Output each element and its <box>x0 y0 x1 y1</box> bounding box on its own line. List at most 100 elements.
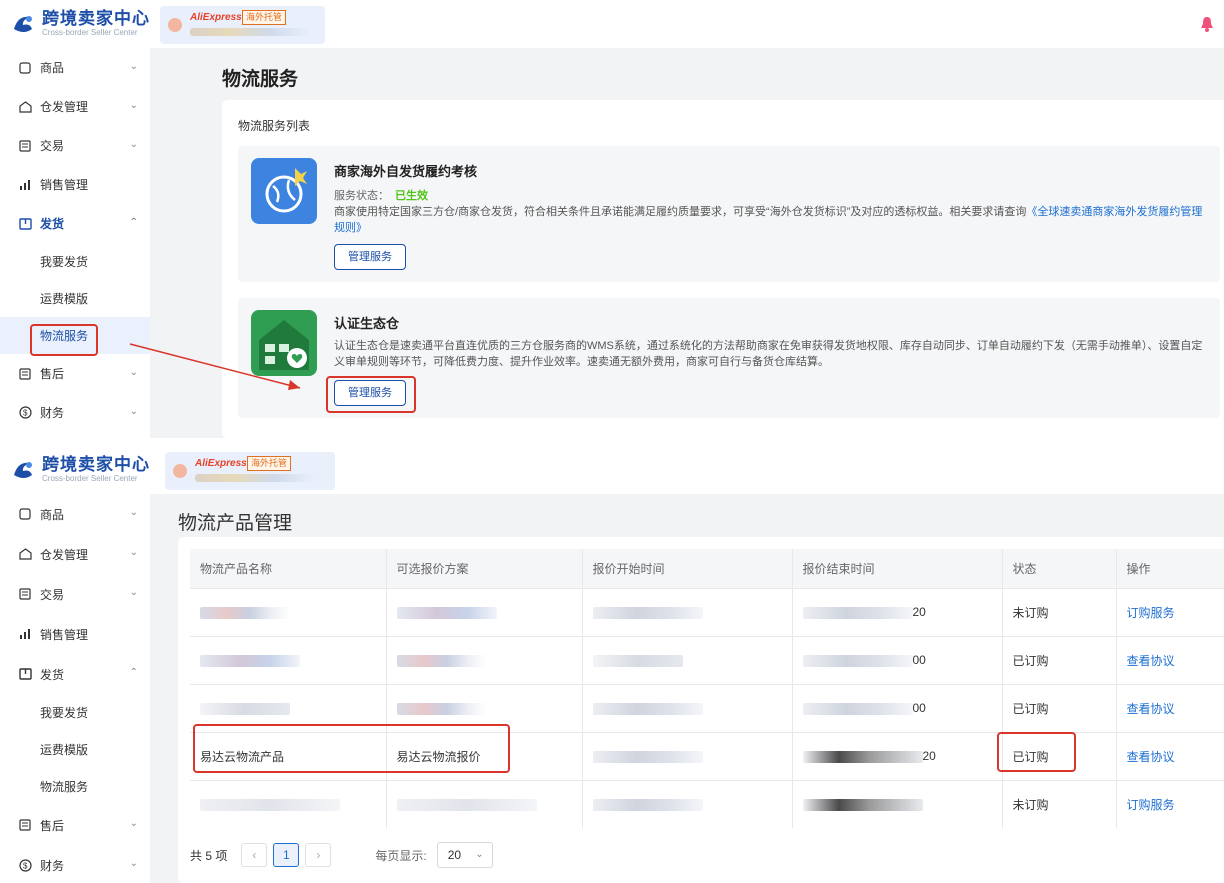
box-icon <box>18 61 32 75</box>
chevron-down-icon: ⌄ <box>129 61 138 72</box>
sidebar-item-trade[interactable]: 交易 ⌄ <box>0 126 150 165</box>
blurred-text <box>200 702 290 715</box>
notification-bell-icon[interactable] <box>1200 16 1214 32</box>
sidebar-item-shipping[interactable]: 发货 ⌃ <box>0 654 150 694</box>
table-row: 20 未订购 订购服务 <box>190 587 1224 636</box>
sidebar-item-label: 发货 <box>40 217 65 231</box>
blurred-text <box>592 654 683 667</box>
blurred-text <box>396 702 487 715</box>
sidebar-item-warehouse[interactable]: 仓发管理 ⌄ <box>0 534 150 574</box>
blurred-text <box>802 799 923 812</box>
view-agreement-link[interactable]: 查看协议 <box>1116 683 1224 732</box>
table-row: 未订购 订购服务 <box>190 779 1224 828</box>
sidebar-subitem-logistics-service[interactable]: 物流服务 <box>0 768 150 805</box>
chart-icon <box>18 178 32 192</box>
start-time-cell <box>582 635 793 684</box>
sidebar-item-aftersales[interactable]: 售后 ⌄ <box>0 805 150 845</box>
sidebar-item-label: 仓发管理 <box>40 547 89 562</box>
blurred-text <box>396 799 537 812</box>
per-page-select[interactable]: 20 ⌄ <box>436 842 493 868</box>
product-table-card: 物流产品名称 可选报价方案 报价开始时间 报价结束时间 状态 操作 20 未订购… <box>178 537 1224 883</box>
sidebar-subitem-ship[interactable]: 我要发货 <box>0 243 150 280</box>
view-agreement-link[interactable]: 查看协议 <box>1116 731 1224 780</box>
prev-page-button[interactable]: ‹ <box>241 843 268 867</box>
sidebar-item-finance[interactable]: $ 财务 ⌄ <box>0 845 150 883</box>
service-description: 商家使用特定国家三方仓/商家仓发货，符合相关条件且承诺能满足履约质量要求，可享受… <box>334 204 1204 236</box>
service-name: 商家海外自发货履约考核 <box>334 164 478 179</box>
sidebar-item-label: 销售管理 <box>40 627 89 642</box>
store-icon <box>168 18 182 32</box>
sidebar-item-sales[interactable]: 销售管理 <box>0 165 150 204</box>
product-name-cell <box>190 635 387 684</box>
sidebar-item-shipping[interactable]: 发货 ⌃ <box>0 204 150 243</box>
service-status: 服务状态： 已生效 <box>334 187 428 203</box>
sidebar-item-products[interactable]: 商品 ⌄ <box>0 48 150 87</box>
sidebar-item-finance[interactable]: $ 财务 ⌄ <box>0 393 150 432</box>
column-header: 操作 <box>1116 549 1224 588</box>
list-icon <box>18 818 32 832</box>
sidebar-subitem-freight-template[interactable]: 运费模版 <box>0 280 150 317</box>
sidebar-item-aftersales[interactable]: 售后 ⌄ <box>0 354 150 393</box>
app-logo[interactable]: 跨境卖家中心 Cross-border Seller Center <box>10 10 150 38</box>
blurred-text <box>592 750 703 763</box>
end-time-cell: 20 <box>792 731 1003 780</box>
start-time-cell <box>582 731 793 780</box>
screenshot-divider <box>0 438 1224 446</box>
sidebar-subitem-ship[interactable]: 我要发货 <box>0 694 150 731</box>
manage-service-button[interactable]: 管理服务 <box>334 244 406 270</box>
sidebar-item-trade[interactable]: 交易 ⌄ <box>0 574 150 614</box>
sidebar-subitem-freight-template[interactable]: 运费模版 <box>0 731 150 768</box>
next-page-button[interactable]: › <box>305 843 332 867</box>
description-text: 商家使用特定国家三方仓/商家仓发货，符合相关条件且承诺能满足履约质量要求，可享受… <box>334 206 1027 218</box>
sidebar-item-sales[interactable]: 销售管理 <box>0 614 150 654</box>
subscribe-service-link[interactable]: 订购服务 <box>1116 779 1224 828</box>
chevron-up-icon: ⌃ <box>129 667 138 678</box>
store-switcher[interactable]: AliExpress 海外托管 <box>160 6 325 44</box>
warehouse-heart-icon <box>251 310 317 376</box>
truck-icon <box>18 667 32 681</box>
app-logo[interactable]: 跨境卖家中心 Cross-border Seller Center <box>10 456 150 484</box>
column-header: 物流产品名称 <box>190 549 387 588</box>
sidebar: 商品 ⌄ 仓发管理 ⌄ 交易 ⌄ 销售管理 发货 ⌃ 我要发货 运费模版 物流服务 售后… <box>0 48 150 438</box>
app-subtitle: Cross-border Seller Center <box>42 474 138 483</box>
status-label: 服务状态： <box>334 190 389 202</box>
blurred-text <box>200 654 300 667</box>
subscribe-service-link[interactable]: 订购服务 <box>1116 587 1224 636</box>
blurred-text <box>802 654 913 667</box>
logistics-product-table: 物流产品名称 可选报价方案 报价开始时间 报价结束时间 状态 操作 20 未订购… <box>190 549 1224 828</box>
list-icon <box>18 367 32 381</box>
store-icon <box>173 464 187 478</box>
logo-icon <box>10 457 36 483</box>
platform-label: AliExpress <box>195 458 247 469</box>
total-count: 共 5 项 <box>190 848 228 863</box>
view-agreement-link[interactable]: 查看协议 <box>1116 635 1224 684</box>
sidebar-item-label: 商品 <box>40 507 65 522</box>
sidebar-item-label: 售后 <box>40 367 65 381</box>
blurred-text <box>396 606 497 619</box>
top-bar: 跨境卖家中心 Cross-border Seller Center AliExp… <box>0 446 1224 494</box>
blurred-text <box>200 606 290 619</box>
hosting-tag: 海外托管 <box>242 10 287 25</box>
service-description: 认证生态仓是速卖通平台直连优质的三方仓服务商的WMS系统，通过系统化的方法帮助商… <box>334 340 1203 368</box>
page-button[interactable]: 1 <box>273 843 300 867</box>
end-time-tail: 20 <box>912 605 926 619</box>
highlight-box <box>193 724 510 773</box>
column-header: 状态 <box>1002 549 1117 588</box>
sidebar-item-label: 销售管理 <box>40 178 89 192</box>
app-title: 跨境卖家中心 <box>42 455 150 474</box>
sidebar-item-label: 售后 <box>40 818 65 833</box>
end-time-cell: 00 <box>792 635 1003 684</box>
sidebar-item-label: 商品 <box>40 61 65 75</box>
pagination: 共 5 项 ‹ 1 › 每页显示: 20 ⌄ <box>190 842 493 868</box>
per-page-label: 每页显示: <box>375 848 427 863</box>
column-header: 报价结束时间 <box>792 549 1003 588</box>
sidebar-item-label: 财务 <box>40 406 65 420</box>
section-label: 物流服务列表 <box>238 119 311 133</box>
sidebar-item-label: 交易 <box>40 139 65 153</box>
chevron-down-icon: ⌄ <box>129 367 138 378</box>
blurred-text <box>802 606 913 619</box>
top-bar: 跨境卖家中心 Cross-border Seller Center AliExp… <box>0 0 1224 48</box>
store-switcher[interactable]: AliExpress 海外托管 <box>165 452 335 490</box>
sidebar-item-products[interactable]: 商品 ⌄ <box>0 494 150 534</box>
sidebar-item-warehouse[interactable]: 仓发管理 ⌄ <box>0 87 150 126</box>
